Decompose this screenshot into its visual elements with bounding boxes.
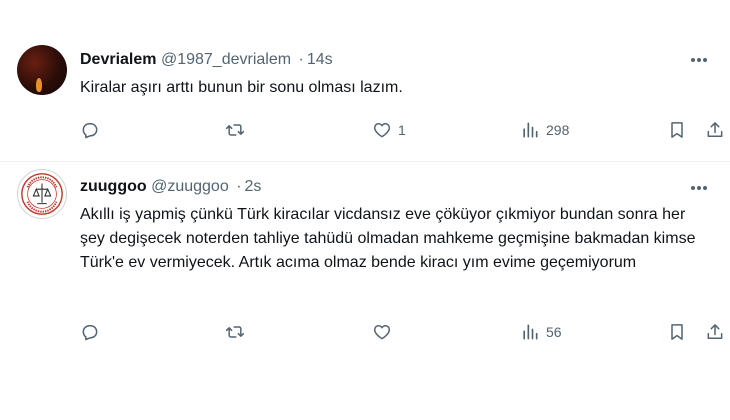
- tweet-header: zuuggoo @zuuggoo · 2s: [80, 177, 261, 197]
- retweet-icon: [225, 124, 245, 136]
- avatar[interactable]: [17, 169, 67, 219]
- timestamp[interactable]: 14s: [307, 51, 333, 68]
- bookmark-button[interactable]: [667, 118, 687, 142]
- tweet-actions: 56: [80, 320, 725, 344]
- bookmark-icon: [671, 122, 683, 138]
- reply-icon: [82, 123, 98, 139]
- more-icon[interactable]: [688, 50, 710, 70]
- author-handle[interactable]: @1987_devrialem: [161, 51, 291, 68]
- like-count: 1: [398, 122, 406, 138]
- share-button[interactable]: [705, 118, 725, 142]
- retweet-icon: [225, 326, 245, 338]
- seal-logo: [21, 173, 63, 215]
- like-button[interactable]: 1: [372, 118, 406, 142]
- separator-dot: ·: [298, 51, 304, 68]
- author-name[interactable]: zuuggoo: [80, 178, 147, 195]
- tweet-text: Kiralar aşırı arttı bunun bir sonu olmas…: [80, 79, 403, 96]
- share-icon: [707, 324, 723, 339]
- reply-icon: [82, 325, 98, 341]
- share-button[interactable]: [705, 320, 725, 344]
- more-icon[interactable]: [688, 178, 710, 198]
- view-count: 56: [546, 324, 562, 340]
- avatar-flame-decoration: [36, 78, 42, 92]
- bookmark-button[interactable]: [667, 320, 687, 344]
- tweet-text: Akıllı iş yapmiş çünkü Türk kiracılar vi…: [80, 206, 696, 271]
- separator-dot: ·: [236, 178, 242, 195]
- views-icon: [523, 324, 538, 340]
- heart-icon: [373, 325, 391, 340]
- heart-icon: [373, 123, 391, 138]
- timestamp[interactable]: 2s: [245, 178, 262, 195]
- author-name[interactable]: Devrialem: [80, 51, 157, 68]
- tweet-actions: 1 298: [80, 118, 725, 142]
- views-button[interactable]: 298: [520, 118, 569, 142]
- tweet[interactable]: zuuggoo @zuuggoo · 2s Akıllı iş yapmiş çü…: [0, 163, 730, 420]
- avatar[interactable]: [17, 45, 67, 95]
- author-handle[interactable]: @zuuggoo: [151, 178, 229, 195]
- reply-button[interactable]: [80, 320, 106, 344]
- bookmark-icon: [671, 324, 683, 340]
- like-button[interactable]: [372, 320, 398, 344]
- views-button[interactable]: 56: [520, 320, 562, 344]
- retweet-button[interactable]: [225, 118, 251, 142]
- reply-button[interactable]: [80, 118, 106, 142]
- share-icon: [707, 122, 723, 137]
- tweet-header: Devrialem @1987_devrialem · 14s: [80, 50, 333, 70]
- views-icon: [523, 122, 538, 138]
- tweet[interactable]: Devrialem @1987_devrialem · 14s Kiralar a…: [0, 0, 730, 162]
- retweet-button[interactable]: [225, 320, 251, 344]
- view-count: 298: [546, 122, 570, 138]
